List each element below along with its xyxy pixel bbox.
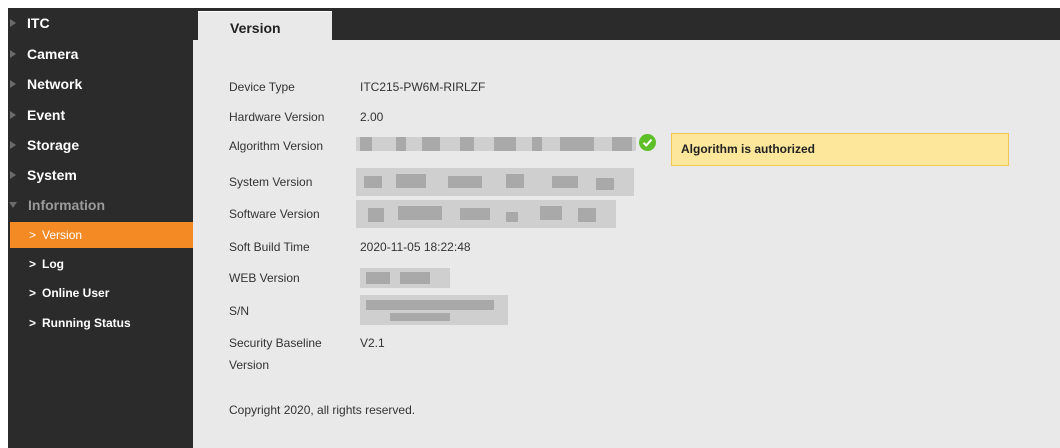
app-frame: ITC Camera Network Event Storage System … <box>8 8 1060 448</box>
chevron-right-icon: > <box>29 228 37 242</box>
sidebar-item-label: Event <box>27 107 66 123</box>
chevron-right-icon: > <box>29 257 37 271</box>
web-version-value-redacted <box>360 268 450 288</box>
sidebar-subitem-label: Online User <box>42 286 110 300</box>
sn-value-redacted <box>360 295 508 325</box>
security-baseline-label: Security Baseline Version <box>229 332 322 376</box>
copyright-text: Copyright 2020, all rights reserved. <box>229 403 416 417</box>
expand-arrow-icon <box>10 50 16 58</box>
sidebar-item-network[interactable]: Network <box>8 69 193 99</box>
version-panel: Device Type ITC215-PW6M-RIRLZF Hardware … <box>193 40 1060 448</box>
sidebar-subitem-online-user[interactable]: > Online User <box>8 280 193 306</box>
sidebar-item-event[interactable]: Event <box>8 100 193 130</box>
chevron-right-icon: > <box>29 286 37 300</box>
device-type-value: ITC215-PW6M-RIRLZF <box>360 80 486 94</box>
sidebar-item-information[interactable]: Information <box>8 190 193 220</box>
algorithm-auth-notice: Algorithm is authorized <box>671 133 1009 166</box>
algorithm-version-label: Algorithm Version <box>229 139 324 153</box>
sidebar-item-system[interactable]: System <box>8 160 193 190</box>
soft-build-time-label: Soft Build Time <box>229 240 310 254</box>
sidebar-item-label: System <box>27 167 77 183</box>
expand-arrow-icon <box>10 80 16 88</box>
sidebar-item-label: Network <box>27 76 83 92</box>
sidebar-item-storage[interactable]: Storage <box>8 130 193 160</box>
chevron-right-icon: > <box>29 316 37 330</box>
sidebar-item-label: Camera <box>27 46 79 62</box>
sidebar-subitem-label: Version <box>42 228 83 242</box>
device-type-label: Device Type <box>229 80 295 94</box>
tab-bar: Version <box>193 8 1060 40</box>
sidebar-subitem-label: Log <box>42 257 65 271</box>
sidebar: ITC Camera Network Event Storage System … <box>8 8 193 448</box>
system-version-value-redacted <box>356 168 634 196</box>
sidebar-subitem-running-status[interactable]: > Running Status <box>8 310 193 336</box>
security-baseline-label-line2: Version <box>229 358 270 372</box>
sidebar-subitem-log[interactable]: > Log <box>8 251 193 277</box>
hardware-version-label: Hardware Version <box>229 110 325 124</box>
algorithm-version-value-redacted <box>356 137 636 151</box>
sidebar-item-label: Storage <box>27 137 80 153</box>
check-circle-icon <box>639 134 656 151</box>
sidebar-item-label: ITC <box>27 15 50 31</box>
expand-arrow-icon <box>10 111 16 119</box>
sidebar-subitem-version[interactable]: > Version <box>10 222 193 248</box>
sidebar-item-label: Information <box>28 197 105 213</box>
sn-label: S/N <box>229 304 250 318</box>
sidebar-item-itc[interactable]: ITC <box>8 8 193 38</box>
expand-arrow-icon <box>10 141 16 149</box>
security-baseline-label-line1: Security Baseline <box>229 336 322 350</box>
tab-version[interactable]: Version <box>198 11 332 40</box>
security-baseline-value: V2.1 <box>360 336 385 350</box>
software-version-value-redacted <box>356 200 616 228</box>
soft-build-time-value: 2020-11-05 18:22:48 <box>360 240 471 254</box>
system-version-label: System Version <box>229 175 313 189</box>
web-version-label: WEB Version <box>229 271 300 285</box>
expand-arrow-icon <box>10 171 16 179</box>
sidebar-subitem-label: Running Status <box>42 316 131 330</box>
collapse-arrow-icon <box>9 202 17 208</box>
hardware-version-value: 2.00 <box>360 110 384 124</box>
expand-arrow-icon <box>10 19 16 27</box>
software-version-label: Software Version <box>229 207 320 221</box>
sidebar-item-camera[interactable]: Camera <box>8 39 193 69</box>
